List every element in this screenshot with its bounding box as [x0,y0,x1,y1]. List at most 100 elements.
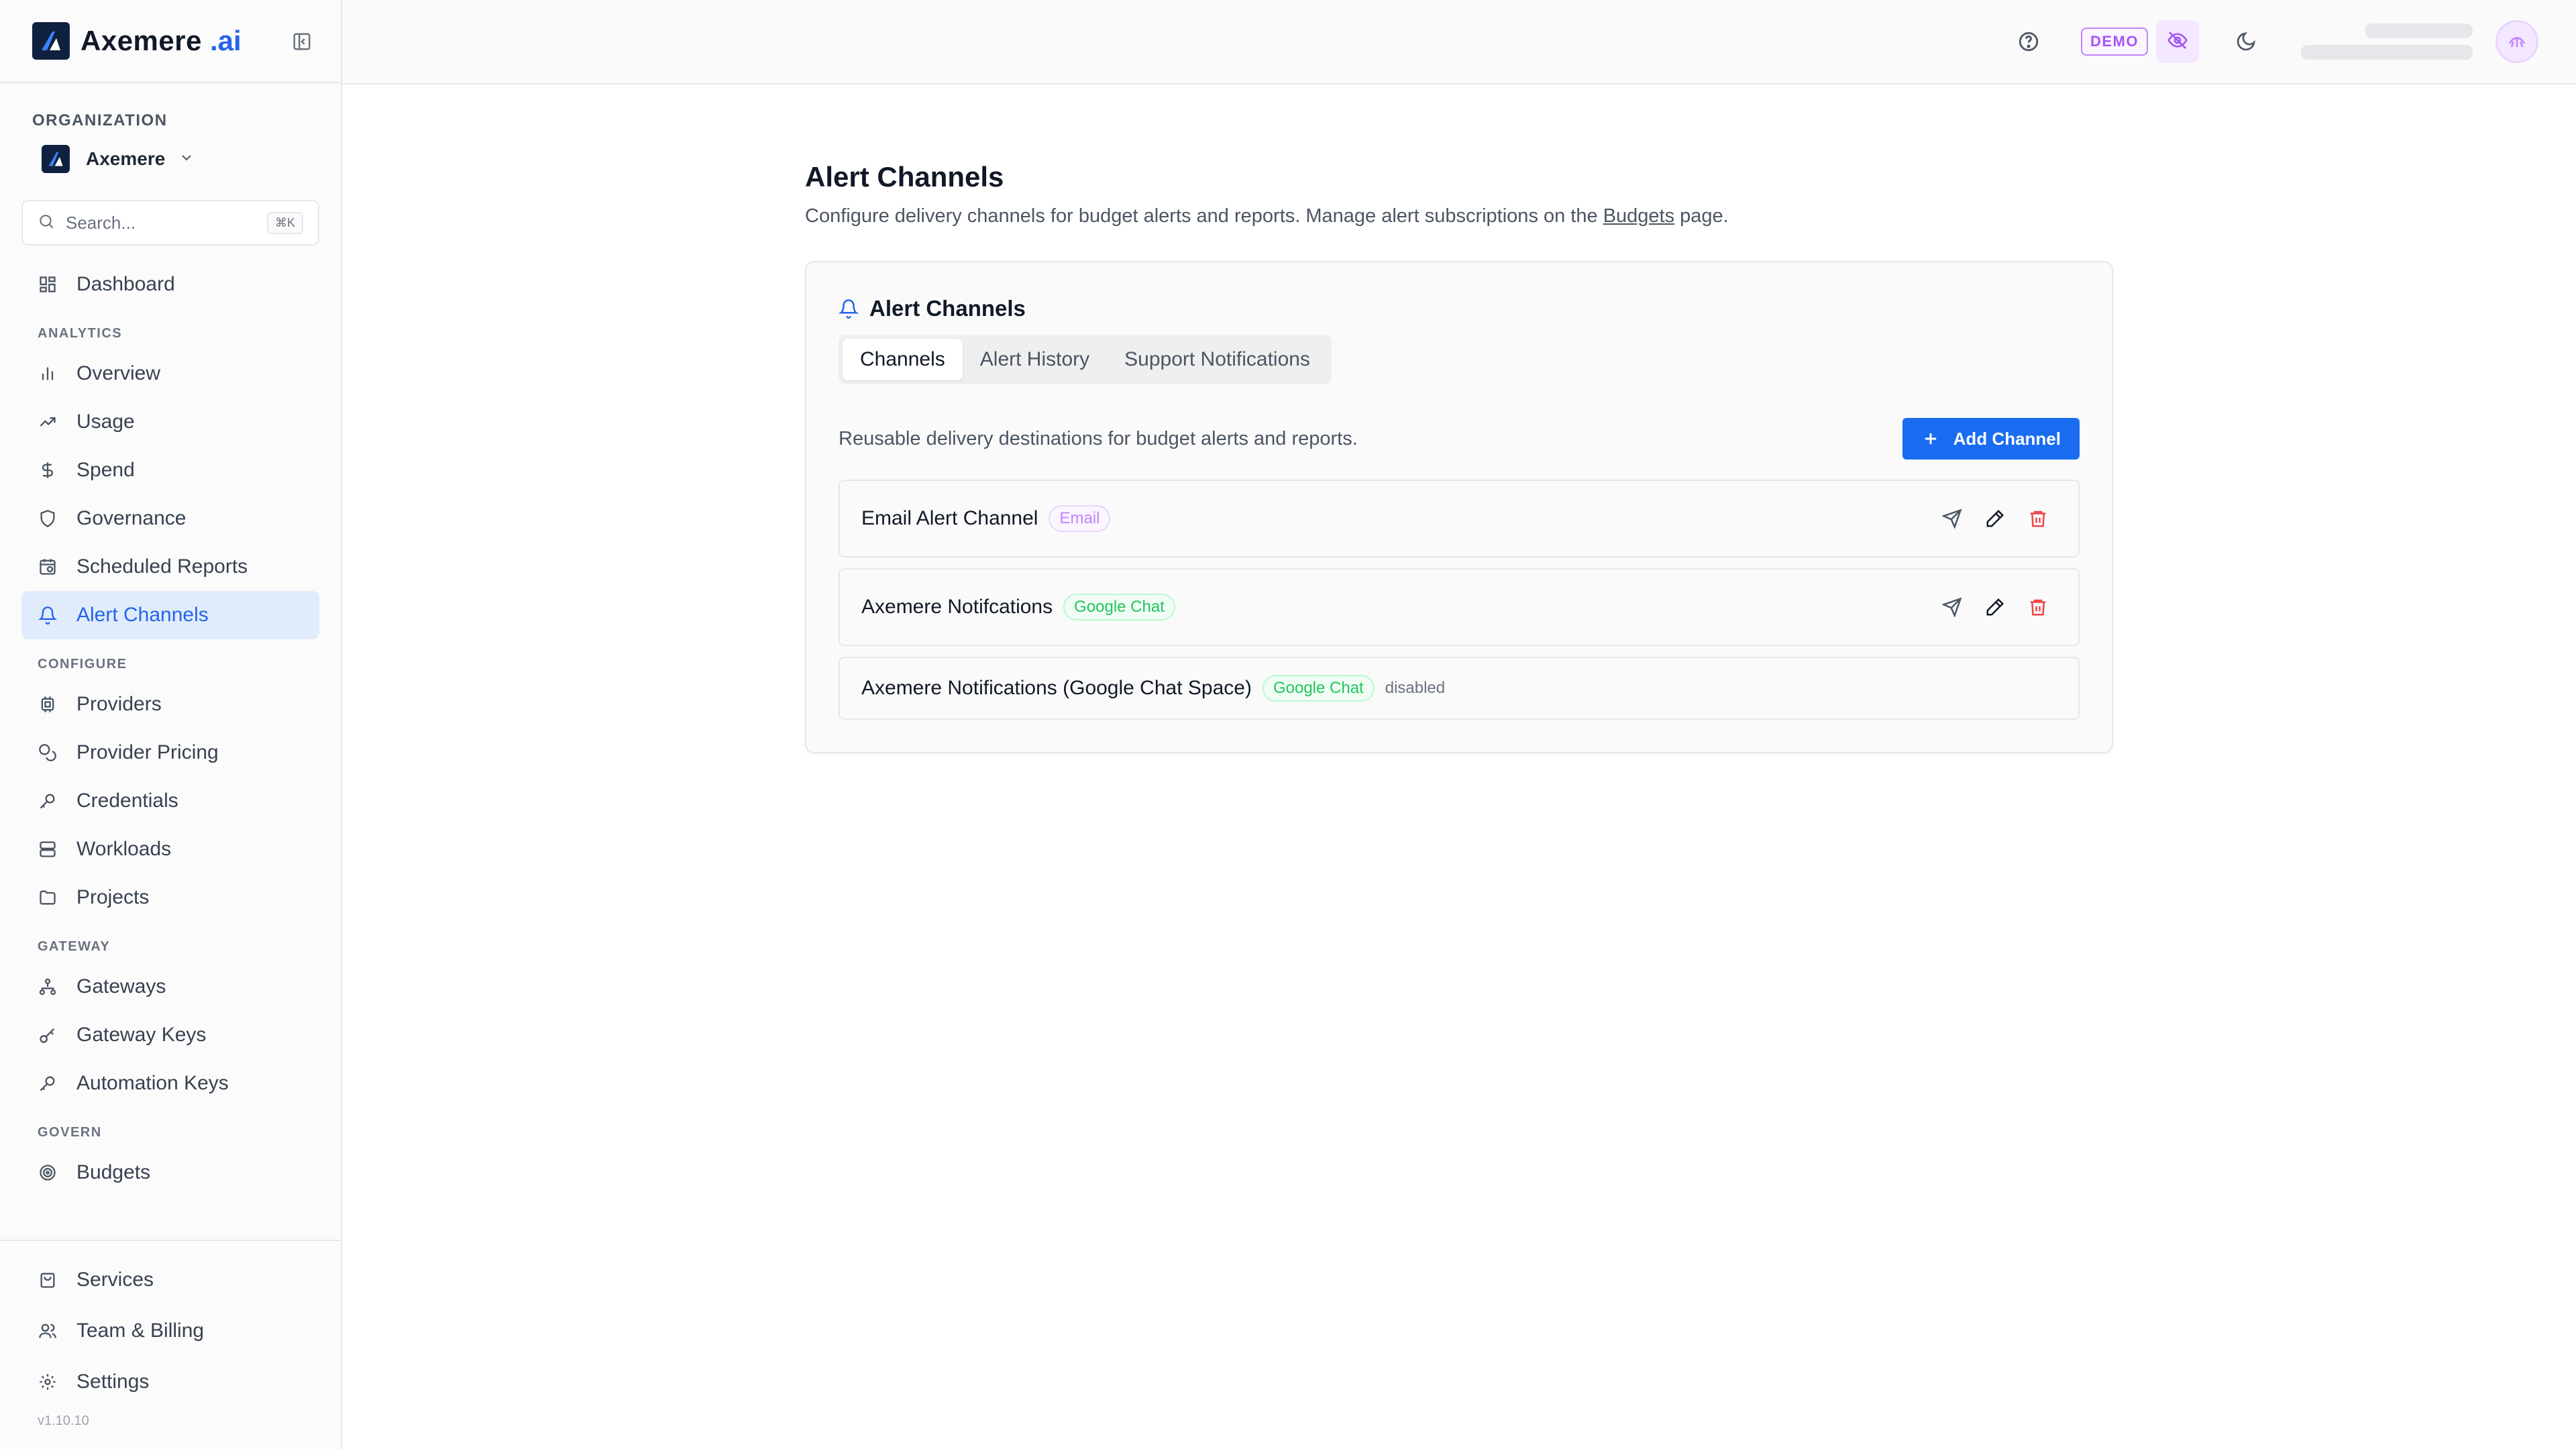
sidebar-item-label: Usage [76,411,135,433]
user-name-skeleton [2365,23,2473,38]
coins-icon [38,743,58,763]
channel-type-badge: Google Chat [1262,675,1375,702]
channel-row: Axemere Notifcations Google Chat [839,568,2080,646]
demo-badge: DEMO [2081,28,2148,56]
sidebar-item-label: Gateways [76,975,166,998]
page-description-text: Configure delivery channels for budget a… [805,205,1603,227]
trending-up-icon [38,412,58,432]
sidebar-item-label: Dashboard [76,273,175,295]
sidebar: Axemere .ai ORGANIZATION Axemere Search.… [0,0,342,1449]
chevron-down-icon [178,150,195,169]
sidebar-item-overview[interactable]: Overview [21,350,319,398]
search-icon [38,213,55,233]
sidebar-collapse-icon[interactable] [290,30,314,54]
add-channel-button[interactable]: Add Channel [1902,418,2080,460]
sidebar-item-automation-keys[interactable]: Automation Keys [21,1059,319,1108]
topbar: DEMO [342,0,2576,85]
plus-icon [1921,429,1940,448]
section-govern: GOVERN [38,1125,102,1140]
dashboard-icon [38,274,58,294]
sidebar-item-label: Provider Pricing [76,741,219,763]
sidebar-item-settings[interactable]: Settings [21,1356,319,1407]
sidebar-item-credentials[interactable]: Credentials [21,777,319,825]
sidebar-nav: Dashboard ANALYTICS Overview Usage Spend… [0,246,341,1197]
network-icon [38,977,58,997]
page-title: Alert Channels [805,161,1004,193]
cpu-icon [38,694,58,714]
search-placeholder: Search... [66,212,136,233]
organization-selector[interactable]: Axemere [42,145,309,173]
channel-type-badge: Email [1049,505,1111,532]
search-input[interactable]: Search... ⌘K [21,200,319,246]
sidebar-item-budgets[interactable]: Budgets [21,1148,319,1197]
sidebar-item-projects[interactable]: Projects [21,873,319,922]
shopping-bag-icon [38,1270,58,1290]
delete-trash-icon[interactable] [2025,505,2051,532]
app-version: v1.10.10 [38,1413,89,1428]
sidebar-item-gateways[interactable]: Gateways [21,963,319,1011]
alert-channels-card: Alert Channels Channels Alert History Su… [805,261,2113,753]
bar-chart-icon [38,364,58,384]
sidebar-item-label: Gateway Keys [76,1024,207,1046]
eye-off-icon [2167,30,2188,54]
channel-name: Axemere Notifications (Google Chat Space… [861,677,1252,699]
sidebar-item-label: Team & Billing [76,1320,205,1342]
delete-trash-icon[interactable] [2025,594,2051,621]
sidebar-item-label: Settings [76,1371,150,1393]
users-icon [38,1321,58,1341]
sidebar-item-workloads[interactable]: Workloads [21,825,319,873]
sidebar-item-alert-channels[interactable]: Alert Channels [21,591,319,639]
section-analytics: ANALYTICS [38,326,123,341]
user-info-placeholder [2301,23,2473,60]
key-round-icon [38,1025,58,1045]
budgets-link[interactable]: Budgets [1603,205,1674,227]
card-title: Alert Channels [869,296,1026,321]
avatar[interactable] [2496,20,2538,63]
organization-label: ORGANIZATION [32,111,168,129]
tab-alert-history[interactable]: Alert History [963,339,1107,380]
card-header: Alert Channels [839,296,2080,321]
tab-support-notifications[interactable]: Support Notifications [1107,339,1328,380]
edit-pencil-icon[interactable] [1982,505,2008,532]
sidebar-item-governance[interactable]: Governance [21,494,319,543]
send-test-icon[interactable] [1939,594,1966,621]
org-name: Axemere [86,148,166,169]
hide-values-button[interactable] [2156,20,2199,63]
folder-icon [38,888,58,908]
edit-pencil-icon[interactable] [1982,594,2008,621]
sidebar-item-label: Scheduled Reports [76,555,248,578]
sidebar-item-services[interactable]: Services [21,1254,319,1305]
sidebar-item-label: Services [76,1269,154,1291]
help-icon[interactable] [2014,27,2043,56]
add-channel-label: Add Channel [1953,428,2061,449]
page-content: Alert Channels Configure delivery channe… [805,161,2113,753]
brand-header: Axemere .ai [0,0,341,83]
bell-icon [839,299,859,319]
send-test-icon[interactable] [1939,505,1966,532]
channel-row: Email Alert Channel Email [839,480,2080,557]
sidebar-item-label: Governance [76,507,186,529]
sidebar-item-gateway-keys[interactable]: Gateway Keys [21,1011,319,1059]
sidebar-item-usage[interactable]: Usage [21,398,319,446]
channel-row: Axemere Notifications (Google Chat Space… [839,657,2080,720]
sidebar-item-label: Projects [76,886,150,908]
sidebar-item-label: Overview [76,362,161,384]
channel-name: Axemere Notifcations [861,596,1053,618]
target-icon [38,1163,58,1183]
sidebar-item-label: Providers [76,693,162,715]
tab-channels[interactable]: Channels [843,339,963,380]
gear-icon [38,1372,58,1392]
sidebar-item-providers[interactable]: Providers [21,680,319,729]
channel-type-badge: Google Chat [1063,594,1175,621]
sidebar-item-scheduled-reports[interactable]: Scheduled Reports [21,543,319,591]
sidebar-item-dashboard[interactable]: Dashboard [21,260,319,309]
sidebar-item-spend[interactable]: Spend [21,446,319,494]
sidebar-item-team-billing[interactable]: Team & Billing [21,1305,319,1356]
sidebar-item-provider-pricing[interactable]: Provider Pricing [21,729,319,777]
key-icon [38,1073,58,1093]
theme-toggle-moon-icon[interactable] [2231,27,2261,56]
sidebar-item-label: Automation Keys [76,1072,229,1094]
channel-status: disabled [1385,679,1446,697]
sidebar-item-label: Alert Channels [76,604,209,626]
user-email-skeleton [2301,45,2473,60]
